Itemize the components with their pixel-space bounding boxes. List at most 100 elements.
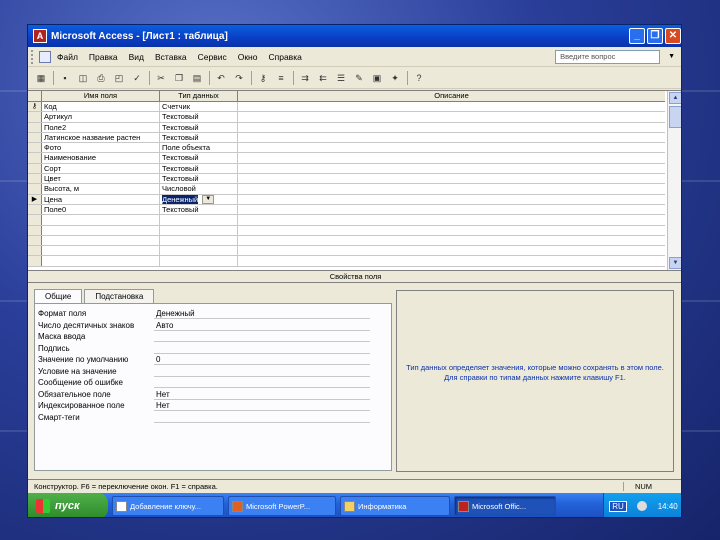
data-type-cell[interactable]: Текстовый (160, 153, 238, 163)
print-icon[interactable]: ⎙ (94, 71, 108, 85)
description-cell[interactable] (238, 256, 665, 265)
property-row[interactable]: Подпись (38, 343, 378, 354)
scroll-thumb[interactable] (669, 106, 681, 128)
property-row[interactable]: Формат поля Денежный (38, 308, 378, 319)
table-row[interactable]: Латинское название растен Текстовый (28, 132, 665, 144)
menu-file[interactable]: Файл (57, 52, 78, 62)
spelling-icon[interactable]: ✓ (130, 71, 144, 85)
search-file-icon[interactable]: ◫ (76, 71, 90, 85)
clock[interactable]: 14:40 (658, 502, 678, 511)
property-value[interactable]: Денежный (154, 308, 370, 319)
table-row[interactable] (28, 215, 665, 226)
data-type-cell[interactable]: Счетчик (160, 102, 238, 112)
taskbar-button[interactable]: Информатика (340, 496, 450, 516)
description-cell[interactable] (238, 133, 665, 142)
data-type-cell[interactable] (160, 225, 238, 235)
taskbar-button[interactable]: Microsoft Offic... (454, 496, 556, 516)
property-row[interactable]: Сообщение об ошибке (38, 377, 378, 388)
description-cell[interactable] (238, 205, 665, 214)
field-name-cell[interactable]: Код (42, 102, 160, 112)
data-type-cell[interactable]: Текстовый (160, 112, 238, 122)
description-cell[interactable] (238, 226, 665, 235)
field-name-cell[interactable] (42, 235, 160, 246)
description-cell[interactable] (238, 143, 665, 152)
field-name-cell[interactable]: Сорт (42, 163, 160, 174)
table-row[interactable] (28, 225, 665, 236)
table-row[interactable]: Цвет Текстовый (28, 174, 665, 185)
language-indicator[interactable]: RU (609, 500, 627, 512)
chevron-down-icon[interactable]: ▼ (202, 194, 215, 204)
property-value[interactable]: Нет (154, 400, 370, 411)
property-value[interactable]: Авто (154, 320, 370, 331)
minimize-button[interactable]: _ (629, 28, 645, 44)
chevron-down-icon[interactable]: ▼ (668, 53, 675, 60)
indexes-icon[interactable]: ≡ (274, 71, 288, 85)
data-type-cell[interactable]: Текстовый (160, 174, 238, 184)
row-selector[interactable] (28, 163, 42, 174)
help-icon[interactable]: ? (412, 71, 426, 85)
property-value[interactable] (154, 412, 370, 423)
data-type-cell[interactable]: Числовой (160, 184, 238, 194)
menu-help[interactable]: Справка (268, 52, 301, 62)
data-type-cell[interactable] (160, 215, 238, 225)
primary-key-icon[interactable]: ⚷ (28, 102, 42, 112)
primary-key-icon[interactable]: ⚷ (256, 71, 270, 85)
menu-tools[interactable]: Сервис (198, 52, 227, 62)
description-cell[interactable] (238, 174, 665, 183)
help-question-input[interactable]: Введите вопрос (555, 49, 661, 64)
table-row[interactable]: Фото Поле объекта (28, 143, 665, 154)
column-header-description[interactable]: Описание (238, 91, 665, 101)
description-cell[interactable] (238, 184, 665, 193)
table-row[interactable]: ⚷ Код Счетчик (28, 102, 665, 113)
row-selector[interactable] (28, 132, 42, 143)
data-type-cell[interactable] (160, 235, 238, 246)
save-icon[interactable]: ▪ (58, 71, 72, 85)
database-window-icon[interactable]: ▣ (370, 71, 384, 85)
row-selector[interactable] (28, 235, 42, 246)
table-row[interactable] (28, 256, 665, 267)
tab-general[interactable]: Общие (34, 289, 83, 303)
close-button[interactable]: ✕ (665, 28, 681, 44)
field-name-cell[interactable]: Высота, м (42, 184, 160, 194)
column-header-field-name[interactable]: Имя поля (42, 91, 160, 101)
table-row[interactable] (28, 235, 665, 247)
menu-view[interactable]: Вид (129, 52, 144, 62)
start-button[interactable]: пуск (28, 493, 108, 517)
description-cell[interactable] (238, 195, 665, 204)
row-selector[interactable] (28, 122, 42, 132)
field-name-cell[interactable]: Поле0 (42, 204, 160, 215)
row-selector[interactable] (28, 174, 42, 184)
table-row[interactable]: Высота, м Числовой (28, 184, 665, 195)
description-cell[interactable] (238, 246, 665, 255)
property-row[interactable]: Маска ввода (38, 331, 378, 342)
table-row[interactable]: Сорт Текстовый (28, 163, 665, 175)
data-type-cell[interactable]: Текстовый (160, 122, 238, 132)
description-cell[interactable] (238, 215, 665, 224)
property-row[interactable]: Индексированное поле Нет (38, 400, 378, 411)
description-cell[interactable] (238, 236, 665, 245)
row-selector[interactable] (28, 225, 42, 235)
property-row[interactable]: Число десятичных знаков Авто (38, 320, 378, 331)
data-type-select[interactable]: Денежный (162, 194, 199, 204)
field-name-cell[interactable] (42, 256, 160, 266)
row-selector[interactable] (28, 215, 42, 225)
scroll-down-icon[interactable]: ▼ (669, 257, 681, 269)
print-preview-icon[interactable]: ◰ (112, 71, 126, 85)
vertical-scrollbar[interactable]: ▲ ▼ (667, 91, 681, 271)
data-type-cell[interactable] (160, 246, 238, 256)
table-row-current[interactable]: ▶ Цена Денежный ▼ (28, 194, 665, 205)
menu-edit[interactable]: Правка (89, 52, 118, 62)
field-name-cell[interactable] (42, 225, 160, 235)
row-selector[interactable] (28, 112, 42, 122)
data-type-cell[interactable] (160, 256, 238, 266)
tab-lookup[interactable]: Подстановка (84, 289, 155, 303)
table-row[interactable]: Поле2 Текстовый (28, 122, 665, 133)
insert-rows-icon[interactable]: ⇉ (298, 71, 312, 85)
copy-icon[interactable]: ❐ (172, 71, 186, 85)
property-value[interactable]: Нет (154, 389, 370, 400)
description-cell[interactable] (238, 164, 665, 173)
cut-icon[interactable]: ✂ (154, 71, 168, 85)
description-cell[interactable] (238, 112, 665, 121)
new-object-icon[interactable]: ✦ (388, 71, 402, 85)
data-type-cell[interactable]: Текстовый (160, 163, 238, 174)
